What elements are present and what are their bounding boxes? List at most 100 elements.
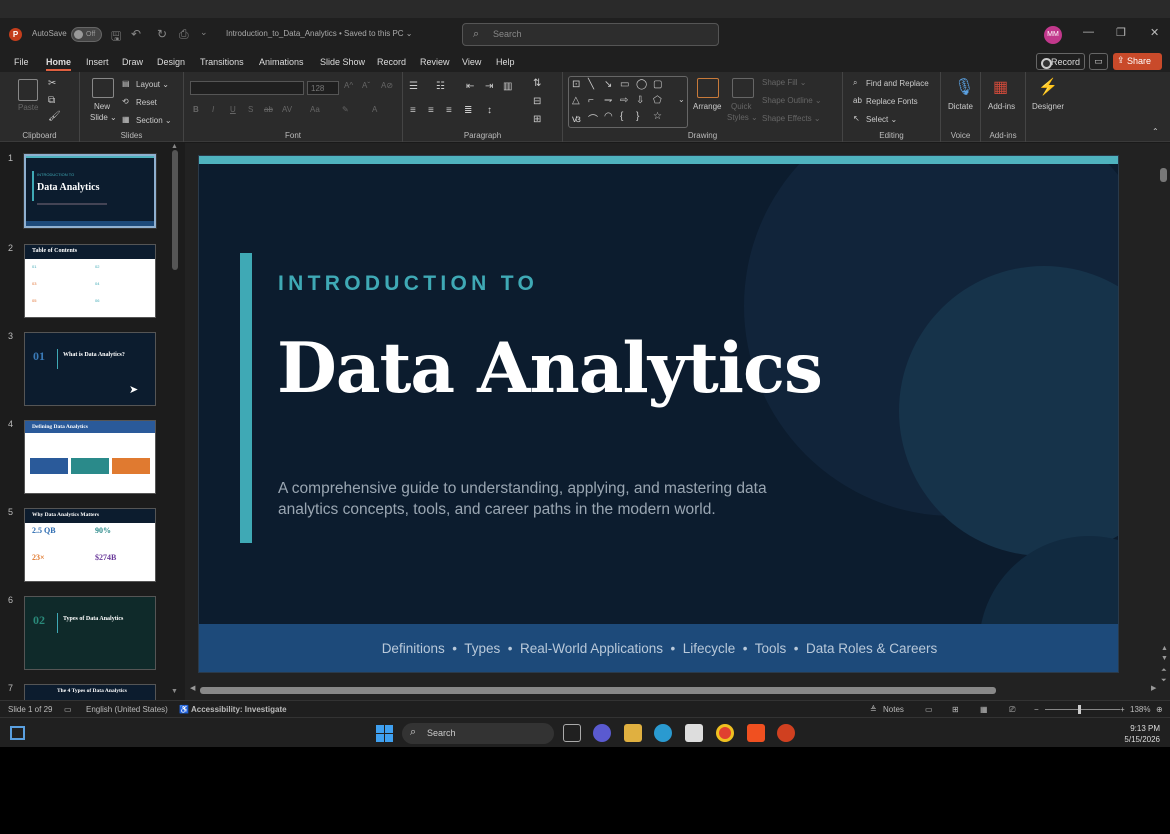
desktop-widget-icon[interactable] bbox=[10, 726, 25, 740]
copy-icon[interactable]: ⧉ bbox=[48, 95, 55, 106]
teams-icon[interactable] bbox=[593, 724, 611, 742]
find-icon[interactable]: ⌕ bbox=[853, 78, 857, 88]
text-direction-icon[interactable]: ⇅ bbox=[533, 78, 541, 89]
arc-shape-icon[interactable]: ◠ bbox=[604, 111, 613, 122]
comments-icon[interactable]: ▭ bbox=[1089, 53, 1108, 70]
paste-label[interactable]: Paste bbox=[18, 103, 38, 112]
bold-icon[interactable]: B bbox=[193, 105, 199, 114]
line-spacing-icon[interactable]: ↕ bbox=[487, 105, 492, 116]
document-title[interactable]: Introduction_to_Data_Analytics • Saved t… bbox=[226, 29, 413, 38]
curve-shape-icon[interactable]: ⌒ bbox=[588, 111, 598, 126]
columns-icon[interactable]: ▥ bbox=[503, 81, 512, 92]
font-name-input[interactable] bbox=[190, 81, 304, 95]
spelling-icon[interactable]: ▭ bbox=[64, 705, 72, 714]
shapes-gallery[interactable]: ⊡ ╲ ↘ ▭ ◯ ▢ △ ⌐ ⇁ ⇨ ⇩ ⬠ ꟃ ⌒ ◠ { } ☆ ⌄ bbox=[568, 76, 688, 128]
replace-fonts-button[interactable]: Replace Fonts bbox=[866, 97, 918, 106]
slide-sorter-icon[interactable]: ⊞ bbox=[952, 705, 959, 714]
shrink-font-icon[interactable]: Aˇ bbox=[362, 81, 370, 90]
slide-kicker[interactable]: INTRODUCTION TO bbox=[278, 272, 538, 296]
rounded-rect-shape-icon[interactable]: ▢ bbox=[653, 79, 662, 90]
slide-thumbnail-6[interactable]: 02 Types of Data Analytics bbox=[24, 596, 156, 670]
shadow-icon[interactable]: S bbox=[248, 105, 253, 114]
elbow-arrow-icon[interactable]: ⇁ bbox=[604, 95, 612, 106]
share-button[interactable]: ⇪ Share bbox=[1113, 53, 1162, 70]
slide-thumbnail-5[interactable]: Why Data Analytics Matters 2.5 QB 90% 23… bbox=[24, 508, 156, 582]
powerpoint-taskbar-icon[interactable] bbox=[777, 724, 795, 742]
zoom-level[interactable]: 138% bbox=[1130, 705, 1150, 714]
designer-icon[interactable]: ⚡ bbox=[1038, 77, 1058, 97]
notes-icon[interactable]: ≜ bbox=[870, 705, 877, 714]
avatar[interactable]: MM bbox=[1044, 26, 1062, 44]
notes-button[interactable]: Notes bbox=[883, 705, 904, 714]
oval-shape-icon[interactable]: ◯ bbox=[636, 79, 647, 90]
layout-button[interactable]: Layout ⌄ bbox=[136, 80, 169, 89]
next-slide-icon[interactable]: ⏷ bbox=[1161, 677, 1167, 685]
reading-view-icon[interactable]: ▦ bbox=[980, 705, 988, 714]
clear-format-icon[interactable]: A⊘ bbox=[381, 81, 393, 90]
tab-insert[interactable]: Insert bbox=[86, 57, 109, 67]
editor-vertical-scrollbar[interactable] bbox=[1160, 168, 1167, 182]
scroll-right-icon[interactable]: ▶ bbox=[1151, 684, 1156, 692]
freeform-shape-icon[interactable]: ꟃ bbox=[572, 111, 581, 125]
autosave-toggle[interactable]: Off bbox=[71, 27, 102, 42]
scroll-left-icon[interactable]: ◀ bbox=[190, 684, 195, 692]
textbox-shape-icon[interactable]: ⊡ bbox=[572, 79, 580, 90]
slide-thumbnail-4[interactable]: Defining Data Analytics bbox=[24, 420, 156, 494]
undo-icon[interactable]: ↶ bbox=[131, 27, 141, 41]
restore-icon[interactable]: ❐ bbox=[1116, 26, 1126, 39]
rectangle-shape-icon[interactable]: ▭ bbox=[620, 79, 629, 90]
addins-icon[interactable]: ▦ bbox=[993, 77, 1008, 97]
zoom-out-icon[interactable]: − bbox=[1034, 705, 1039, 714]
zoom-slider[interactable] bbox=[1045, 709, 1120, 710]
format-painter-icon[interactable]: 🖌 bbox=[48, 111, 61, 122]
reset-icon[interactable]: ⟲ bbox=[122, 97, 129, 106]
pentagon-shape-icon[interactable]: ⬠ bbox=[653, 95, 662, 106]
search-input[interactable]: ⌕ Search bbox=[462, 23, 719, 46]
char-spacing-icon[interactable]: AV bbox=[282, 105, 292, 114]
arrange-button[interactable]: Arrange bbox=[693, 102, 721, 111]
zoom-in-icon[interactable]: + bbox=[1120, 705, 1125, 714]
start-icon[interactable] bbox=[376, 725, 393, 742]
slide-thumbnail-2[interactable]: Table of Contents 01 02 03 04 05 06 bbox=[24, 244, 156, 318]
increase-indent-icon[interactable]: ⇥ bbox=[485, 81, 493, 92]
line-shape-icon[interactable]: ╲ bbox=[588, 79, 594, 90]
shape-outline-button[interactable]: Shape Outline ⌄ bbox=[762, 96, 822, 105]
quick-styles-icon[interactable] bbox=[732, 78, 754, 98]
smartart-icon[interactable]: ⊞ bbox=[533, 114, 541, 125]
slide-thumbnail-3[interactable]: 01 What is Data Analytics? ➤ bbox=[24, 332, 156, 406]
strikethrough-icon[interactable]: ab bbox=[264, 105, 273, 114]
justify-icon[interactable]: ≣ bbox=[464, 105, 472, 116]
minimize-icon[interactable]: — bbox=[1083, 26, 1094, 38]
record-button[interactable]: Record bbox=[1036, 53, 1085, 70]
paste-icon[interactable] bbox=[18, 79, 38, 101]
zoom-slider-thumb[interactable] bbox=[1078, 705, 1081, 714]
select-icon[interactable]: ↖ bbox=[853, 114, 860, 123]
language-indicator[interactable]: English (United States) bbox=[86, 705, 168, 714]
section-icon[interactable]: ▦ bbox=[122, 115, 130, 124]
cut-icon[interactable]: ✂ bbox=[48, 78, 56, 89]
store-icon[interactable] bbox=[685, 724, 703, 742]
slideshow-icon[interactable]: ⎚ bbox=[1009, 705, 1015, 715]
slide-title[interactable]: Data Analytics bbox=[277, 328, 823, 409]
layout-icon[interactable]: ▤ bbox=[122, 79, 130, 88]
decrease-indent-icon[interactable]: ⇤ bbox=[466, 81, 474, 92]
task-view-icon[interactable] bbox=[563, 724, 581, 742]
align-text-icon[interactable]: ⊟ bbox=[533, 96, 541, 107]
customize-qat-icon[interactable]: ⌄ bbox=[200, 27, 208, 38]
addins-button[interactable]: Add-ins bbox=[988, 102, 1015, 111]
numbering-icon[interactable]: ☷ bbox=[436, 81, 445, 92]
slide-canvas[interactable]: INTRODUCTION TO Data Analytics A compreh… bbox=[198, 155, 1119, 673]
present-icon[interactable]: ⎙ bbox=[179, 27, 189, 42]
slide-thumbnail-7[interactable]: The 4 Types of Data Analytics bbox=[24, 684, 156, 700]
collapse-ribbon-icon[interactable]: ⌃ bbox=[1152, 127, 1159, 136]
grow-font-icon[interactable]: A^ bbox=[344, 81, 353, 90]
microphone-icon[interactable]: 🎙 bbox=[954, 77, 974, 97]
find-replace-button[interactable]: Find and Replace bbox=[866, 79, 929, 88]
slide-footer[interactable]: Definitions • Types • Real-World Applica… bbox=[199, 624, 1118, 672]
chrome-icon[interactable] bbox=[716, 724, 734, 742]
right-arrow-shape-icon[interactable]: ⇨ bbox=[620, 95, 628, 106]
tab-home[interactable]: Home bbox=[46, 57, 72, 71]
quick-styles-button[interactable]: Quick bbox=[731, 102, 751, 111]
replace-fonts-icon[interactable]: ab bbox=[853, 96, 862, 105]
font-size-input[interactable]: 128 bbox=[307, 81, 339, 95]
